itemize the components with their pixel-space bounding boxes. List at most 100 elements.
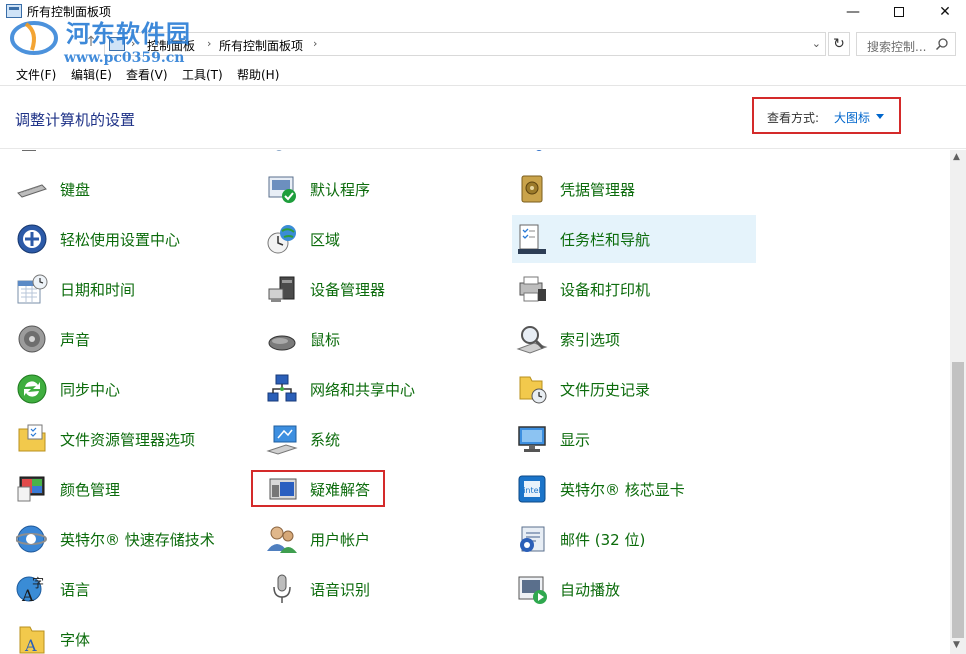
- folder-options-icon: [18, 424, 46, 452]
- item-label: 颜色管理: [60, 481, 121, 499]
- content-header: 调整计算机的设置 查看方式: 大图标: [0, 87, 966, 149]
- menu-tools[interactable]: 工具(T): [182, 66, 223, 83]
- network-icon: [267, 374, 297, 402]
- item-credential-manager[interactable]: 凭据管理器: [500, 165, 738, 213]
- item-date-time[interactable]: 日期和时间: [0, 265, 238, 313]
- language-icon: A字: [16, 575, 44, 605]
- item-display[interactable]: 显示: [500, 415, 738, 463]
- menu-bar: 文件(F) 编辑(E) 查看(V) 工具(T) 帮助(H): [0, 62, 966, 86]
- item-system[interactable]: 系统: [250, 415, 488, 463]
- maximize-button[interactable]: [876, 0, 922, 24]
- item-fonts[interactable]: A 字体: [0, 615, 238, 654]
- credential-manager-icon: [521, 175, 543, 203]
- sound-icon: [18, 325, 46, 353]
- color-management-icon: [17, 476, 45, 502]
- item-region[interactable]: 区域: [250, 215, 488, 263]
- item-keyboard[interactable]: 键盘: [0, 165, 238, 213]
- chevron-down-icon[interactable]: ⌄: [812, 37, 821, 50]
- item-label: 英特尔® 快速存储技术: [60, 531, 215, 549]
- item-mouse[interactable]: 鼠标: [250, 315, 488, 363]
- item-file-history[interactable]: 文件历史记录: [500, 365, 738, 413]
- menu-edit[interactable]: 编辑(E): [71, 66, 112, 83]
- item-devices-printers[interactable]: 设备和打印机: [500, 265, 738, 313]
- item-intel-graphics[interactable]: intel 英特尔® 核芯显卡: [500, 465, 738, 513]
- autoplay-icon: [518, 576, 547, 604]
- item-ease-of-access[interactable]: 轻松使用设置中心: [0, 215, 238, 263]
- view-by-selector[interactable]: 查看方式: 大图标: [752, 97, 901, 134]
- item-label: 区域: [310, 231, 341, 249]
- user-accounts-icon: [267, 526, 297, 553]
- search-input[interactable]: 搜索控制...: [856, 32, 956, 56]
- file-history-icon: [519, 376, 547, 404]
- indexing-icon: [516, 326, 548, 354]
- partial-row-icon: [536, 150, 542, 151]
- item-label: 鼠标: [310, 331, 341, 349]
- item-label: 声音: [60, 331, 91, 349]
- item-label: 日期和时间: [60, 281, 136, 299]
- svg-text:A: A: [24, 636, 37, 654]
- item-label: 轻松使用设置中心: [60, 231, 181, 249]
- mouse-icon: [268, 335, 296, 351]
- breadcrumb-separator[interactable]: ›: [313, 37, 317, 50]
- search-icon: [935, 38, 948, 51]
- taskbar-icon: [518, 224, 546, 254]
- item-label: 用户帐户: [310, 531, 371, 549]
- item-language[interactable]: A字 语言: [0, 565, 238, 613]
- item-default-programs[interactable]: 默认程序: [250, 165, 488, 213]
- item-label: 默认程序: [310, 181, 371, 199]
- search-placeholder: 搜索控制...: [867, 40, 927, 54]
- item-color-management[interactable]: 颜色管理: [0, 465, 238, 513]
- item-autoplay[interactable]: 自动播放: [500, 565, 738, 613]
- address-bar[interactable]: › 控制面板 › 所有控制面板项 › ⌄: [104, 32, 826, 56]
- item-label: 键盘: [60, 181, 91, 199]
- device-manager-icon: [268, 276, 295, 302]
- sync-center-icon: [17, 374, 47, 404]
- menu-view[interactable]: 查看(V): [126, 66, 168, 83]
- display-icon: [518, 426, 546, 452]
- item-taskbar-navigation[interactable]: 任务栏和导航: [512, 215, 756, 263]
- printer-icon: [519, 276, 546, 302]
- chevron-down-icon[interactable]: [876, 114, 884, 119]
- item-sync-center[interactable]: 同步中心: [0, 365, 238, 413]
- item-file-explorer-options[interactable]: 文件资源管理器选项: [0, 415, 238, 463]
- item-label: 同步中心: [60, 381, 121, 399]
- item-label: 显示: [560, 431, 591, 449]
- menu-help[interactable]: 帮助(H): [237, 66, 279, 83]
- maximize-icon: [894, 7, 904, 17]
- item-label: 设备管理器: [310, 281, 386, 299]
- refresh-button[interactable]: ↻: [828, 32, 850, 56]
- view-by-value[interactable]: 大图标: [834, 109, 870, 126]
- close-button[interactable]: ✕: [922, 0, 966, 24]
- item-indexing-options[interactable]: 索引选项: [500, 315, 738, 363]
- item-sound[interactable]: 声音: [0, 315, 238, 363]
- menu-file[interactable]: 文件(F): [16, 66, 56, 83]
- vertical-scrollbar[interactable]: ▲ ▼: [950, 150, 966, 654]
- item-label: 任务栏和导航: [560, 231, 651, 249]
- item-label: 语言: [60, 581, 91, 599]
- item-device-manager[interactable]: 设备管理器: [250, 265, 488, 313]
- speech-recognition-icon: [273, 574, 291, 603]
- item-label: 凭据管理器: [560, 181, 636, 199]
- scroll-up-arrow-icon[interactable]: ▲: [953, 152, 960, 162]
- scroll-down-arrow-icon[interactable]: ▼: [953, 640, 960, 650]
- fonts-icon: A: [19, 626, 45, 654]
- watermark-title: 河东软件园: [66, 19, 191, 48]
- item-network-sharing[interactable]: 网络和共享中心: [250, 365, 488, 413]
- item-user-accounts[interactable]: 用户帐户: [250, 515, 488, 563]
- item-label: 语音识别: [310, 581, 371, 599]
- keyboard-icon: [17, 184, 47, 198]
- item-label: 系统: [310, 431, 341, 449]
- breadcrumb-all-items[interactable]: 所有控制面板项: [219, 37, 303, 54]
- troubleshooting-highlight: [251, 470, 385, 507]
- item-label: 邮件 (32 位): [560, 531, 646, 549]
- item-label: 网络和共享中心: [310, 381, 416, 399]
- minimize-button[interactable]: —: [830, 0, 876, 24]
- scrollbar-thumb[interactable]: [952, 362, 964, 638]
- item-mail[interactable]: 邮件 (32 位): [500, 515, 738, 563]
- item-speech-recognition[interactable]: 语音识别: [250, 565, 488, 613]
- item-intel-rst[interactable]: 英特尔® 快速存储技术: [0, 515, 238, 563]
- intel-graphics-icon: intel: [518, 475, 546, 503]
- ease-of-access-icon: [17, 224, 47, 254]
- item-label: 索引选项: [560, 331, 621, 349]
- page-title: 调整计算机的设置: [15, 111, 136, 129]
